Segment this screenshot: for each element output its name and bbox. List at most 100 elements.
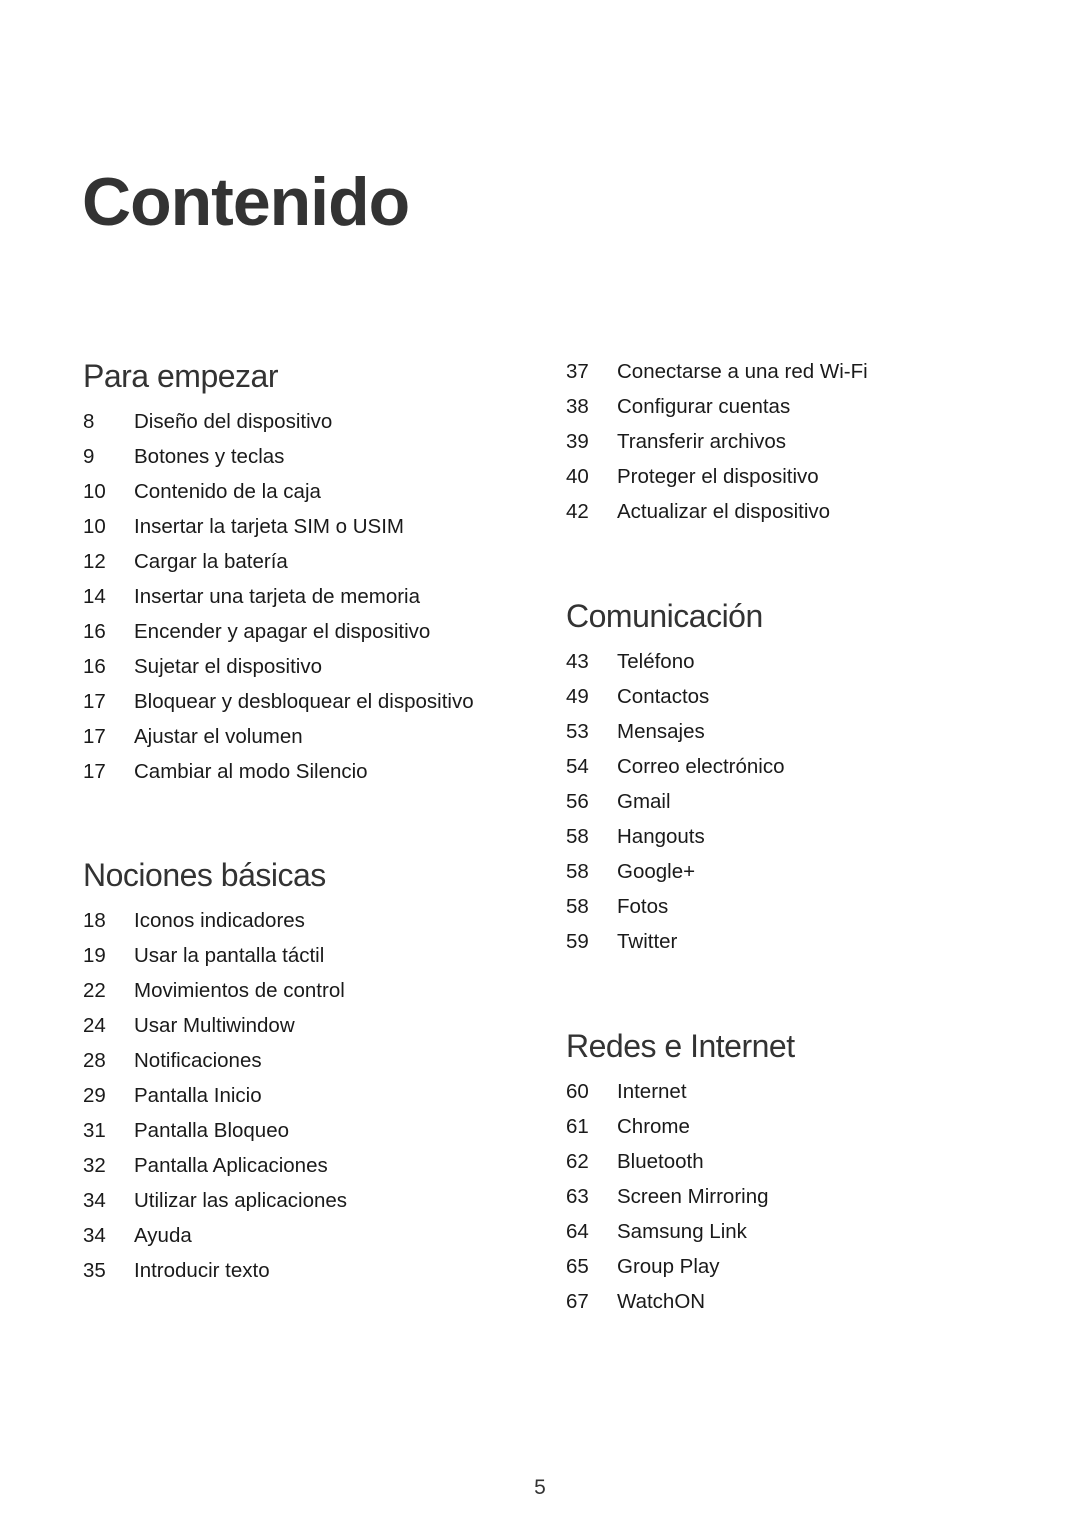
toc-entry[interactable]: 14 Insertar una tarjeta de memoria	[83, 579, 523, 614]
toc-entry[interactable]: 60 Internet	[566, 1074, 1006, 1109]
toc-entry[interactable]: 35 Introducir texto	[83, 1253, 523, 1288]
toc-entry[interactable]: 37 Conectarse a una red Wi-Fi	[566, 354, 1006, 389]
toc-page-number: 67	[566, 1290, 589, 1313]
toc-entry[interactable]: 18 Iconos indicadores	[83, 903, 523, 938]
toc-page-number: 64	[566, 1220, 589, 1243]
toc-entry[interactable]: 34 Utilizar las aplicaciones	[83, 1183, 523, 1218]
toc-page-number: 58	[566, 895, 589, 918]
toc-entry[interactable]: 49 Contactos	[566, 679, 1006, 714]
toc-page-number: 60	[566, 1080, 589, 1103]
toc-entry[interactable]: 9 Botones y teclas	[83, 439, 523, 474]
toc-page-number: 37	[566, 360, 589, 383]
toc-entry[interactable]: 16 Encender y apagar el dispositivo	[83, 614, 523, 649]
toc-entry[interactable]: 54 Correo electrónico	[566, 749, 1006, 784]
toc-entry[interactable]: 17 Cambiar al modo Silencio	[83, 754, 523, 789]
toc-entry-label: Sujetar el dispositivo	[134, 655, 323, 678]
toc-entry[interactable]: 64 Samsung Link	[566, 1214, 1006, 1249]
toc-section-redes-e-internet: Redes e Internet 60 Internet 61 Chrome 62 Blu…	[566, 1030, 1006, 1319]
toc-entry-label: Screen Mirroring	[617, 1185, 769, 1208]
toc-entry[interactable]: 63 Screen Mirroring	[566, 1179, 1006, 1214]
toc-page-number: 17	[83, 725, 106, 748]
toc-entry[interactable]: 38 Configurar cuentas	[566, 389, 1006, 424]
toc-entry[interactable]: 19 Usar la pantalla táctil	[83, 938, 523, 973]
toc-entry-label: Chrome	[617, 1115, 690, 1138]
toc-entry-label: Usar Multiwindow	[134, 1014, 295, 1037]
toc-entry[interactable]: 58 Google+	[566, 854, 1006, 889]
toc-section-comunicacion: Comunicación 43 Teléfono 49 Contactos 53 Mens…	[566, 600, 1006, 959]
toc-entry-label: Ayuda	[134, 1224, 192, 1247]
toc-entry[interactable]: 17 Ajustar el volumen	[83, 719, 523, 754]
toc-entry-label: Teléfono	[617, 650, 695, 673]
toc-entry-label: Pantalla Bloqueo	[134, 1119, 290, 1142]
toc-entry-label: Correo electrónico	[617, 755, 785, 778]
toc-entry-label: Internet	[617, 1080, 687, 1103]
toc-page-number: 62	[566, 1150, 589, 1173]
toc-page-number: 17	[83, 690, 106, 713]
section-title: Nociones básicas	[83, 857, 326, 893]
toc-list: 18 Iconos indicadores 19 Usar la pantalla t…	[83, 903, 523, 1288]
toc-entry[interactable]: 8 Diseño del dispositivo	[83, 404, 523, 439]
toc-entry[interactable]: 22 Movimientos de control	[83, 973, 523, 1008]
toc-page-number: 19	[83, 944, 106, 967]
toc-entry[interactable]: 24 Usar Multiwindow	[83, 1008, 523, 1043]
toc-entry[interactable]: 59 Twitter	[566, 924, 1006, 959]
toc-entry[interactable]: 12 Cargar la batería	[83, 544, 523, 579]
toc-page-number: 17	[83, 760, 106, 783]
toc-entry[interactable]: 65 Group Play	[566, 1249, 1006, 1284]
page-number: 5	[534, 1476, 546, 1499]
toc-entry[interactable]: 42 Actualizar el dispositivo	[566, 494, 1006, 529]
toc-entry-label: Introducir texto	[134, 1259, 270, 1282]
toc-page-number: 31	[83, 1119, 106, 1142]
toc-entry[interactable]: 40 Proteger el dispositivo	[566, 459, 1006, 494]
toc-entry-label: Google+	[617, 860, 696, 883]
toc-entry[interactable]: 31 Pantalla Bloqueo	[83, 1113, 523, 1148]
toc-page-number: 43	[566, 650, 589, 673]
toc-page-number: 54	[566, 755, 589, 778]
toc-entry[interactable]: 29 Pantalla Inicio	[83, 1078, 523, 1113]
toc-entry[interactable]: 56 Gmail	[566, 784, 1006, 819]
toc-entry[interactable]: 67 WatchON	[566, 1284, 1006, 1319]
toc-page-number: 18	[83, 909, 106, 932]
toc-entry[interactable]: 62 Bluetooth	[566, 1144, 1006, 1179]
toc-entry[interactable]: 39 Transferir archivos	[566, 424, 1006, 459]
toc-entry-label: Iconos indicadores	[134, 909, 305, 932]
toc-entry[interactable]: 10 Insertar la tarjeta SIM o USIM	[83, 509, 523, 544]
toc-page-number: 32	[83, 1154, 106, 1177]
toc-entry-label: Proteger el dispositivo	[617, 465, 819, 488]
toc-entry[interactable]: 34 Ayuda	[83, 1218, 523, 1253]
toc-entry[interactable]: 32 Pantalla Aplicaciones	[83, 1148, 523, 1183]
toc-page-number: 49	[566, 685, 589, 708]
toc-entry-label: Twitter	[617, 930, 678, 953]
toc-entry-label: Usar la pantalla táctil	[134, 944, 325, 967]
toc-entry-label: Mensajes	[617, 720, 705, 743]
toc-list: 60 Internet 61 Chrome 62 Bluetooth 63 Screen Mi…	[566, 1074, 1006, 1319]
toc-entry[interactable]: 10 Contenido de la caja	[83, 474, 523, 509]
toc-page-number: 53	[566, 720, 589, 743]
toc-page-number: 8	[83, 410, 95, 433]
toc-entry[interactable]: 17 Bloquear y desbloquear el dispositivo	[83, 684, 523, 719]
toc-entry-label: Diseño del dispositivo	[134, 410, 333, 433]
toc-entry[interactable]: 58 Hangouts	[566, 819, 1006, 854]
toc-entry-label: Bluetooth	[617, 1150, 704, 1173]
toc-page-number: 10	[83, 515, 106, 538]
toc-entry[interactable]: 58 Fotos	[566, 889, 1006, 924]
toc-page-number: 61	[566, 1115, 589, 1138]
toc-list: 37 Conectarse a una red Wi-Fi 38 Configurar…	[566, 354, 1006, 529]
toc-page-number: 24	[83, 1014, 106, 1037]
toc-entry-label: Contenido de la caja	[134, 480, 321, 503]
toc-page-number: 10	[83, 480, 106, 503]
toc-entry[interactable]: 61 Chrome	[566, 1109, 1006, 1144]
toc-entry[interactable]: 43 Teléfono	[566, 644, 1006, 679]
toc-page-number: 58	[566, 825, 589, 848]
toc-entry-label: Group Play	[617, 1255, 720, 1278]
toc-entry-label: Pantalla Aplicaciones	[134, 1154, 328, 1177]
toc-entry-label: Bloquear y desbloquear el dispositivo	[134, 690, 474, 713]
toc-entry-label: Botones y teclas	[134, 445, 285, 468]
toc-entry[interactable]: 53 Mensajes	[566, 714, 1006, 749]
toc-page-number: 34	[83, 1189, 106, 1212]
toc-page-number: 39	[566, 430, 589, 453]
toc-entry[interactable]: 28 Notificaciones	[83, 1043, 523, 1078]
toc-entry[interactable]: 16 Sujetar el dispositivo	[83, 649, 523, 684]
toc-page-number: 29	[83, 1084, 106, 1107]
page-title: Contenido	[82, 163, 410, 240]
